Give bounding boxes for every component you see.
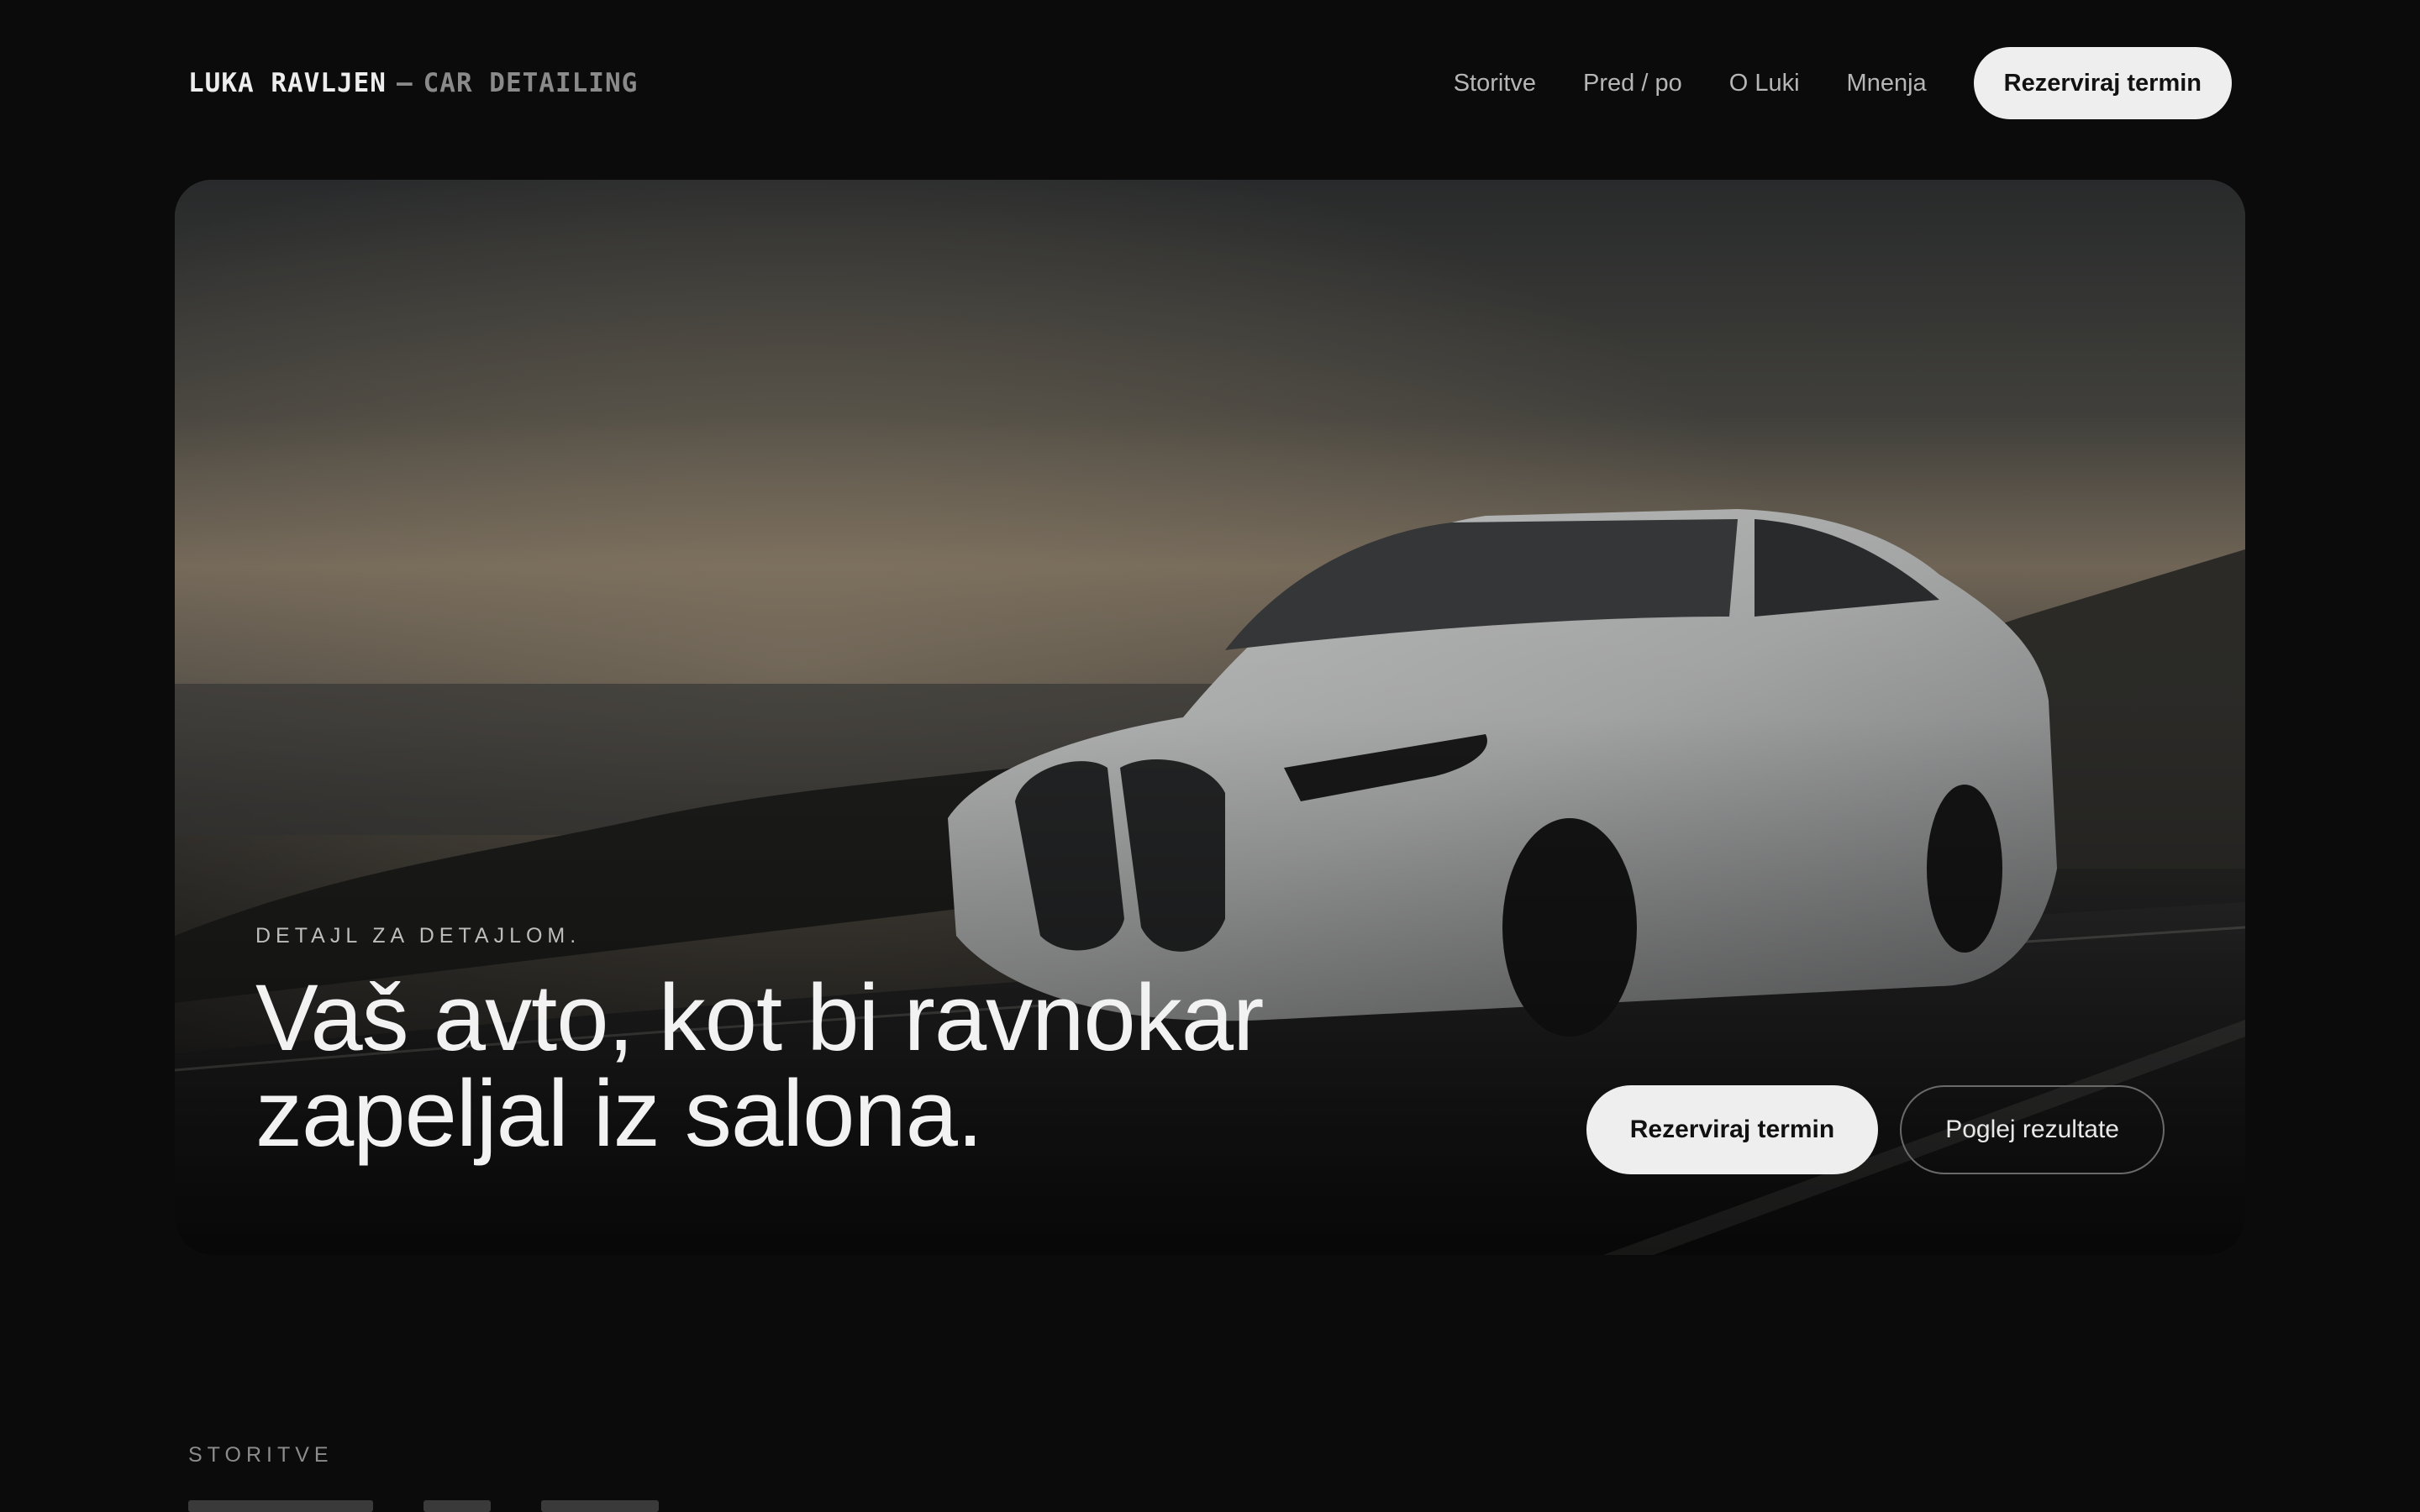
cut-off-heading-fragment [188, 1500, 373, 1512]
hero-book-button[interactable]: Rezerviraj termin [1586, 1085, 1879, 1174]
hero-headline-line-1: Vaš avto, kot bi ravnokar [255, 965, 1264, 1070]
hero-headline: Vaš avto, kot bi ravnokar zapeljal iz sa… [255, 970, 1516, 1162]
hero-copy: DETAJL ZA DETAJLOM. Vaš avto, kot bi rav… [255, 924, 1516, 1162]
page: LUKA RAVLJEN — CAR DETAILING Storitve Pr… [0, 0, 2420, 1512]
brand-tagline: CAR DETAILING [423, 68, 639, 98]
brand-separator: — [396, 68, 413, 98]
services-section-peek [188, 1500, 659, 1512]
nav-link-o-luki[interactable]: O Luki [1729, 70, 1800, 97]
nav-link-pred-po[interactable]: Pred / po [1583, 70, 1682, 97]
nav-link-mnenja[interactable]: Mnenja [1847, 70, 1927, 97]
nav-links: Storitve Pred / po O Luki Mnenja [1454, 70, 1927, 97]
brand-logo[interactable]: LUKA RAVLJEN — CAR DETAILING [188, 68, 638, 98]
header-book-button[interactable]: Rezerviraj termin [1973, 47, 2232, 119]
nav-link-storitve[interactable]: Storitve [1454, 70, 1536, 97]
top-navigation: LUKA RAVLJEN — CAR DETAILING Storitve Pr… [188, 47, 2232, 119]
hero-banner: DETAJL ZA DETAJLOM. Vaš avto, kot bi rav… [175, 180, 2245, 1255]
services-section-label: STORITVE [188, 1443, 334, 1467]
hero-results-button[interactable]: Poglej rezultate [1900, 1085, 2165, 1174]
hero-headline-line-2: zapeljal iz salona. [255, 1061, 983, 1166]
cut-off-heading-fragment [424, 1500, 491, 1512]
nav-right: Storitve Pred / po O Luki Mnenja Rezervi… [1454, 47, 2232, 119]
cut-off-heading-fragment [541, 1500, 659, 1512]
hero-eyebrow: DETAJL ZA DETAJLOM. [255, 924, 581, 948]
hero-actions: Rezerviraj termin Poglej rezultate [1586, 1085, 2165, 1174]
brand-name: LUKA RAVLJEN [188, 68, 387, 98]
